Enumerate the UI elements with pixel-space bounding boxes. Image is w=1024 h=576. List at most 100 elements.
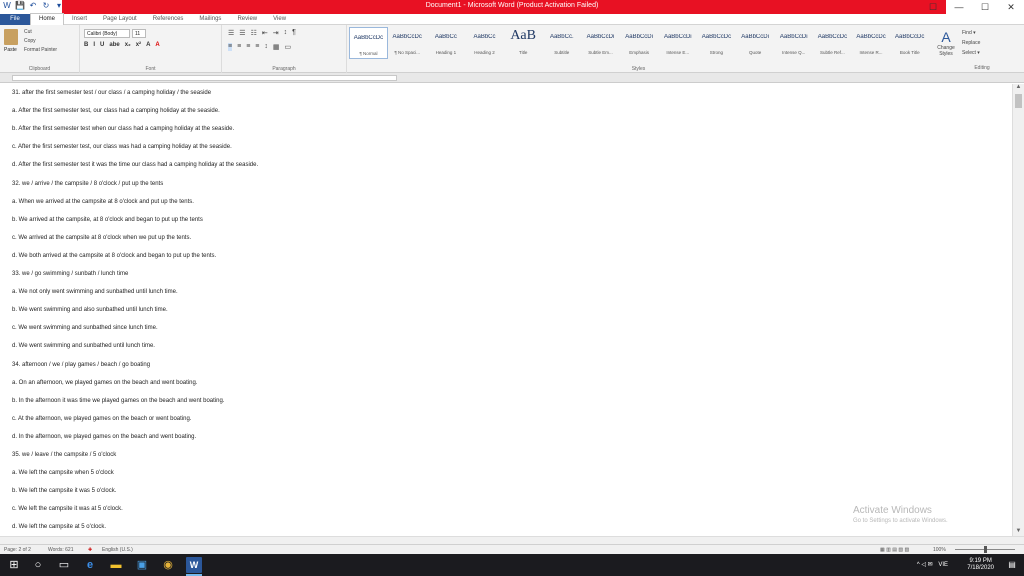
clock[interactable]: 9:19 PM 7/18/2020 [967,558,994,572]
numbering-button[interactable]: ☰ [239,29,245,37]
zoom-level[interactable]: 100% [933,547,946,553]
document-line[interactable]: d. We left the campsite at 5 o'clock. [12,524,106,530]
document-line[interactable]: b. After the first semester test when ou… [12,126,234,132]
word-count[interactable]: Words: 621 [48,547,73,553]
document-line[interactable]: b. In the afternoon it was time we playe… [12,398,224,404]
task-view-icon[interactable]: ▭ [56,557,72,573]
document-line[interactable]: c. At the afternoon, we played games on … [12,416,191,422]
bold-button[interactable]: B [84,42,88,48]
word-taskbar-icon[interactable]: W [186,557,202,576]
zoom-slider[interactable] [955,546,1015,553]
tab-home[interactable]: Home [30,13,65,25]
input-language[interactable]: VIE [938,562,948,568]
system-tray-icons[interactable]: ^ ◁ ✉ VIE [917,561,948,568]
document-line[interactable]: 32. we / arrive / the campsite / 8 o'clo… [12,181,163,187]
font-size-dropdown[interactable]: 11 [132,29,146,38]
scroll-up-icon[interactable]: ▲ [1013,84,1024,92]
document-line[interactable]: a. We left the campsite when 5 o'clock [12,470,114,476]
paste-icon[interactable] [4,29,18,45]
align-right-button[interactable]: ≡ [246,43,250,51]
italic-button[interactable]: I [93,42,95,48]
document-line[interactable]: c. We left the campsite it was at 5 o'cl… [12,506,123,512]
bullets-button[interactable]: ☰ [228,29,234,37]
document-line[interactable]: a. After the first semester test, our cl… [12,108,220,114]
document-line[interactable]: c. After the first semester test, our cl… [12,144,232,150]
document-page[interactable]: 31. after the first semester test / our … [0,84,1012,536]
maximize-button[interactable]: ☐ [972,0,998,14]
language-indicator[interactable]: English (U.S.) [102,547,133,553]
document-line[interactable]: a. When we arrived at the campsite at 8 … [12,199,194,205]
show-formatting-button[interactable]: ¶ [292,29,296,37]
tab-review[interactable]: Review [229,14,265,25]
document-line[interactable]: d. In the afternoon, we played games on … [12,434,196,440]
multilevel-list-button[interactable]: ☷ [251,29,257,37]
vertical-scrollbar[interactable]: ▲ ▼ [1012,84,1024,536]
store-icon[interactable]: ▣ [134,557,150,573]
increase-indent-button[interactable]: ⇥ [273,29,279,37]
tab-page-layout[interactable]: Page Layout [95,14,145,25]
borders-button[interactable]: ▭ [285,43,292,51]
strikethrough-button[interactable]: abe [109,42,119,48]
find-button[interactable]: Find ▾ [962,28,980,38]
close-button[interactable]: ✕ [998,0,1024,14]
line-spacing-button[interactable]: ↕ [264,43,268,51]
proofing-icon[interactable]: ✚ [88,547,92,553]
scroll-down-icon[interactable]: ▼ [1013,528,1024,536]
tab-file[interactable]: File [0,13,30,25]
document-line[interactable]: d. We both arrived at the campsite at 8 … [12,253,216,259]
text-effects-button[interactable]: A [146,42,150,48]
change-styles-button[interactable]: A Change Styles [933,29,959,57]
align-left-button[interactable]: ≡ [228,43,233,51]
document-line[interactable]: d. We went swimming and sunbathed until … [12,343,155,349]
document-line[interactable]: b. We arrived at the campsite, at 8 o'cl… [12,217,203,223]
justify-button[interactable]: ≡ [255,43,259,51]
align-center-button[interactable]: ≡ [237,43,241,51]
tab-view[interactable]: View [265,14,294,25]
view-buttons-icon[interactable]: ▦ ▥ ▤ ▧ ▨ [880,547,909,553]
edge-icon[interactable]: e [82,557,98,573]
search-icon[interactable]: ○ [30,557,46,573]
tab-insert[interactable]: Insert [64,14,95,25]
taskbar: ⊞ ○ ▭ e ▬ ▣ ◉ W ^ ◁ ✉ VIE 9:19 PM 7/18/2… [0,554,1024,576]
format-painter-button[interactable]: Format Painter [24,46,57,55]
replace-button[interactable]: Replace [962,38,980,48]
document-line[interactable]: c. We arrived at the campsite at 8 o'clo… [12,235,191,241]
sort-button[interactable]: ↕ [284,29,288,37]
document-line[interactable]: b. We went swimming and also sunbathed u… [12,307,168,313]
underline-button[interactable]: U [100,42,104,48]
document-line[interactable]: b. We left the campsite it was 5 o'clock… [12,488,116,494]
notification-icon[interactable]: ▤ [1004,557,1020,573]
document-line[interactable]: d. After the first semester test it was … [12,162,258,168]
paragraph-row-2: ≡ ≡ ≡ ≡ ↕ ▦ ▭ [228,43,291,51]
decrease-indent-button[interactable]: ⇤ [262,29,268,37]
file-explorer-icon[interactable]: ▬ [108,557,124,573]
scrollbar-thumb[interactable] [1015,94,1022,108]
document-line[interactable]: 35. we / leave / the campsite / 5 o'cloc… [12,452,116,458]
document-line[interactable]: 31. after the first semester test / our … [12,90,211,96]
document-line[interactable]: c. We went swimming and sunbathed since … [12,325,158,331]
paste-button[interactable]: Paste [4,47,17,53]
document-line[interactable]: 34. afternoon / we / play games / beach … [12,362,150,368]
document-line[interactable]: 33. we / go swimming / sunbath / lunch t… [12,271,128,277]
subscript-button[interactable]: x₂ [125,42,131,48]
page-count[interactable]: Page: 2 of 2 [4,547,31,553]
document-line[interactable]: a. On an afternoon, we played games on t… [12,380,197,386]
font-name-dropdown[interactable]: Calibri (Body) [84,29,130,38]
shading-button[interactable]: ▦ [273,43,280,51]
horizontal-ruler[interactable] [12,75,397,81]
select-button[interactable]: Select ▾ [962,48,980,58]
activation-title: Activate Windows [853,505,932,516]
zoom-slider-knob[interactable] [984,546,987,553]
copy-button[interactable]: Copy [24,37,57,46]
horizontal-scrollbar[interactable] [0,536,1024,544]
minimize-button[interactable]: — [946,0,972,14]
superscript-button[interactable]: x² [136,42,141,48]
font-color-button[interactable]: A [155,42,159,48]
document-line[interactable]: a. We not only went swimming and sunbath… [12,289,178,295]
start-icon[interactable]: ⊞ [6,557,22,573]
tab-references[interactable]: References [145,14,192,25]
cut-button[interactable]: Cut [24,28,57,37]
chrome-icon[interactable]: ◉ [160,557,176,573]
tab-mailings[interactable]: Mailings [191,14,229,25]
ribbon-display-options-icon[interactable]: ☐ [920,0,946,14]
